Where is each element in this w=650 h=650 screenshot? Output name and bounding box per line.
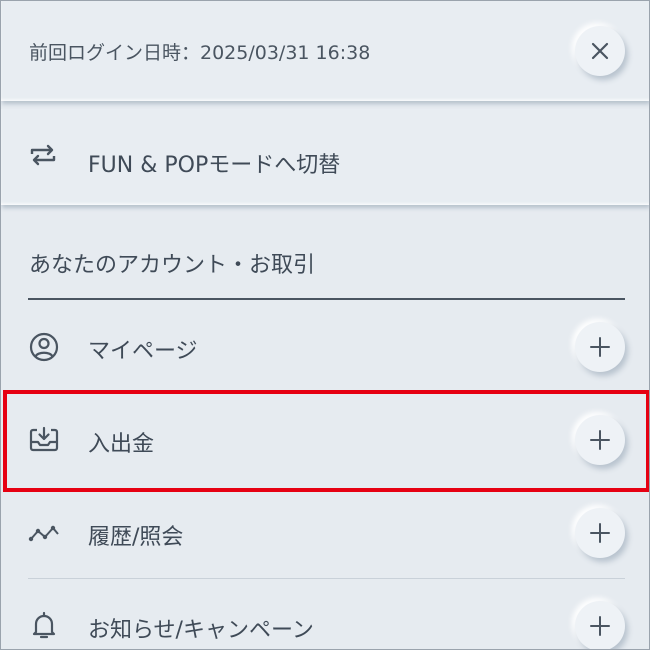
section-divider — [28, 298, 625, 300]
last-login-text: 前回ログイン日時：2025/03/31 16:38 — [29, 42, 371, 64]
plus-icon — [590, 523, 610, 543]
last-login-bar: 前回ログイン日時：2025/03/31 16:38 — [1, 1, 649, 101]
bell-icon — [32, 611, 56, 639]
trend-icon — [28, 525, 59, 542]
expand-button[interactable] — [575, 601, 625, 649]
plus-icon — [590, 337, 610, 357]
close-button[interactable] — [575, 26, 625, 76]
plus-icon — [590, 430, 610, 450]
menu-item-label: 入出金 — [88, 432, 155, 457]
menu-panel: 前回ログイン日時：2025/03/31 16:38 FUN & POPモードへ切… — [0, 0, 650, 650]
section-title: あなたのアカウント・お取引 — [29, 253, 316, 278]
menu-item-label: マイページ — [88, 339, 198, 364]
close-icon — [591, 42, 609, 60]
expand-button[interactable] — [575, 415, 625, 465]
mode-switch-row[interactable]: FUN & POPモードへ切替 — [1, 109, 649, 205]
row-divider — [28, 578, 625, 579]
mode-switch-label: FUN & POPモードへ切替 — [88, 153, 341, 178]
user-circle-icon — [29, 332, 59, 362]
expand-button[interactable] — [575, 322, 625, 372]
expand-button[interactable] — [575, 508, 625, 558]
menu-item-label: お知らせ/キャンペーン — [88, 618, 314, 643]
menu-item-label: 履歴/照会 — [88, 525, 184, 550]
plus-icon — [590, 616, 610, 636]
repeat-icon — [30, 144, 56, 166]
inbox-download-icon — [29, 426, 59, 452]
